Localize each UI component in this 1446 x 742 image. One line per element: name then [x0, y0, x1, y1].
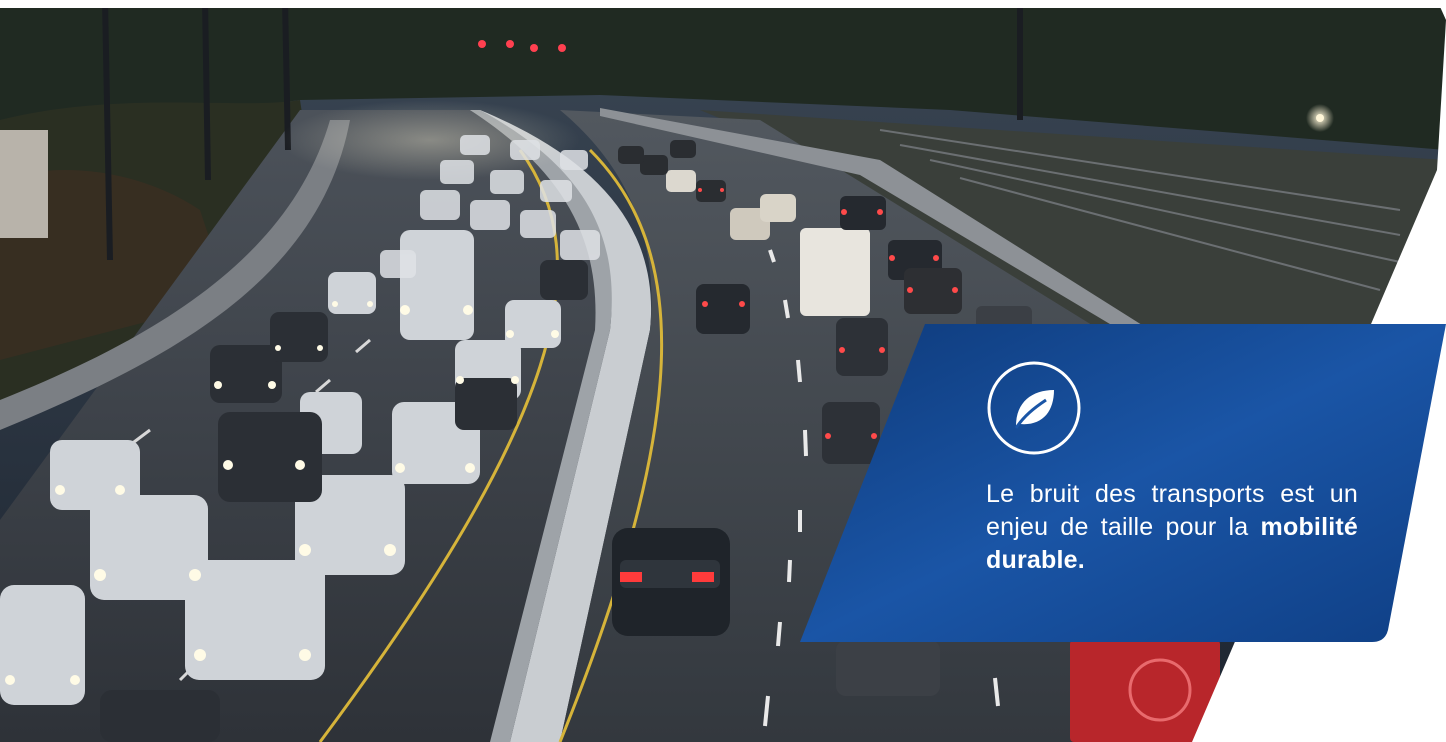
panel-text-line1: Le bruit des transports est: [986, 480, 1315, 508]
panel-message: Le bruit des transports est un enjeu de …: [986, 478, 1358, 577]
leaf-icon: [986, 360, 1082, 456]
